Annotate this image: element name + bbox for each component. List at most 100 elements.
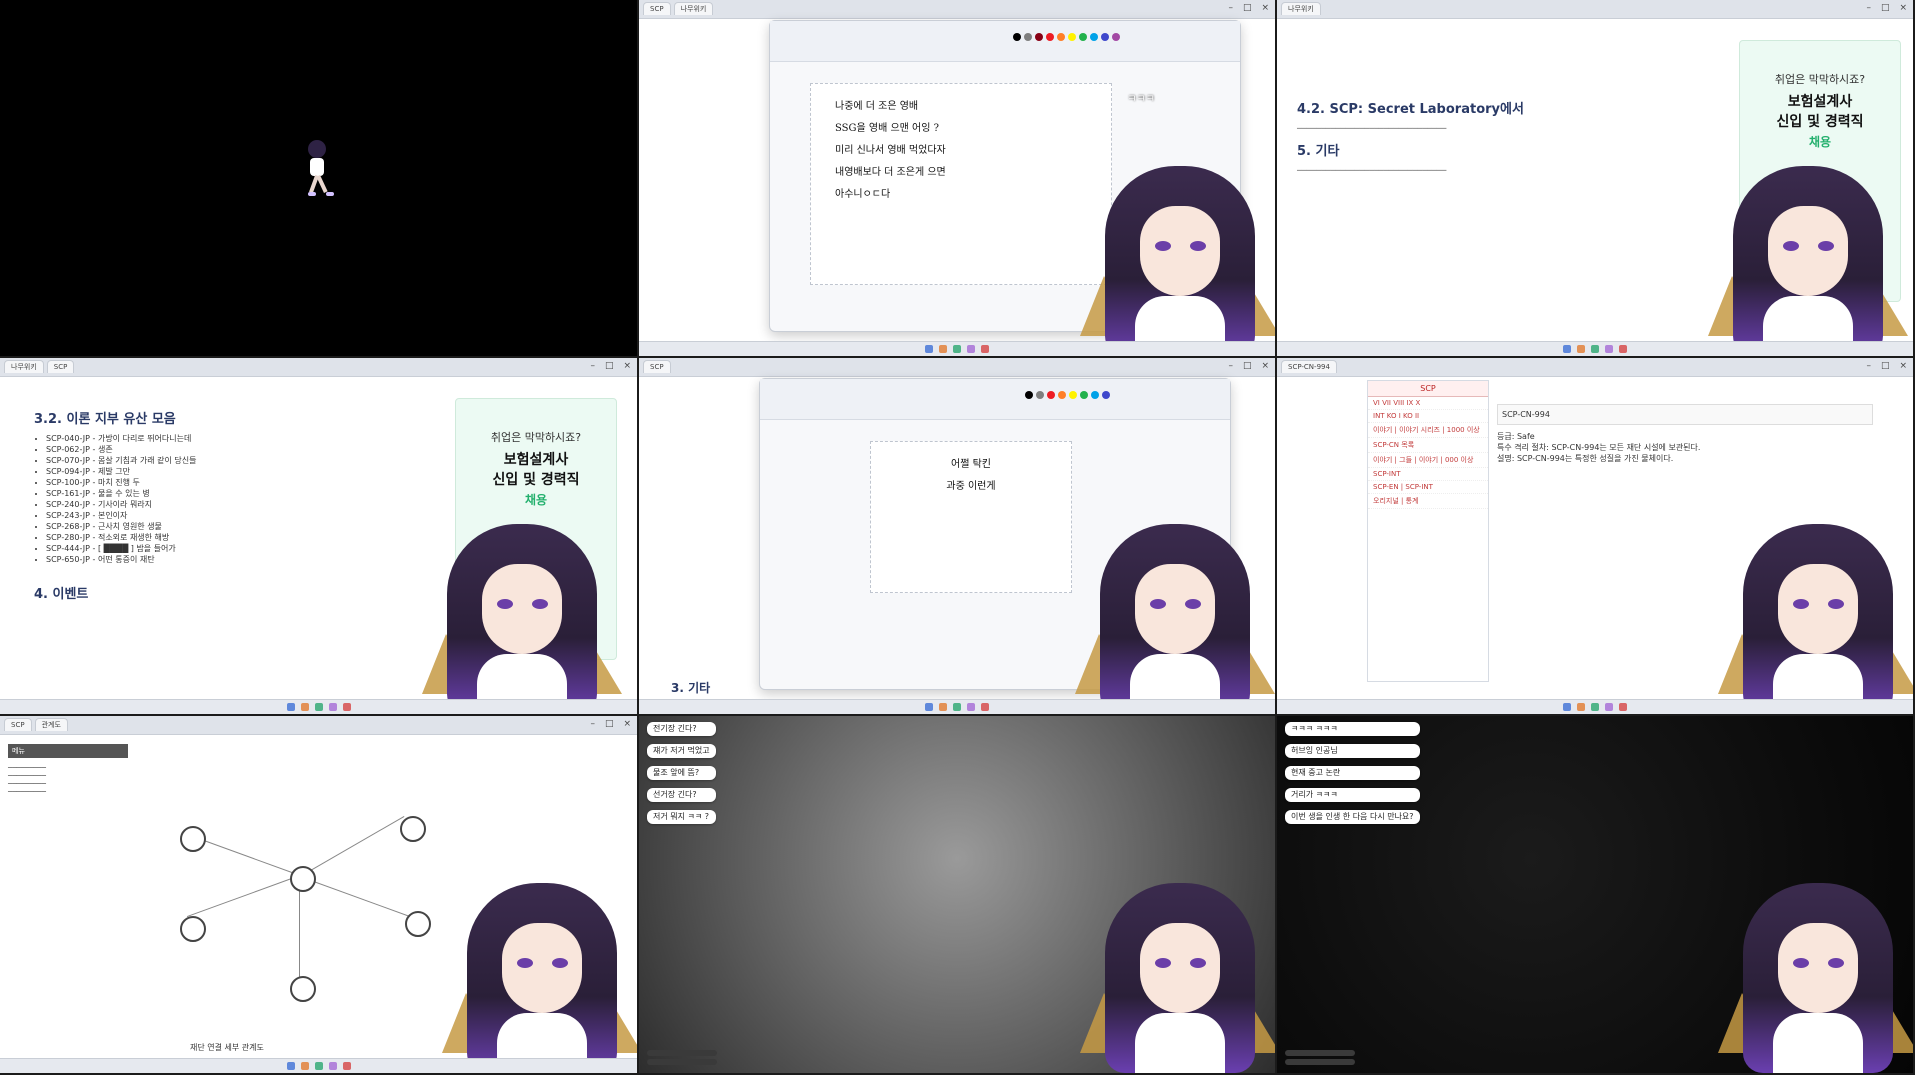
browser-tab[interactable]: SCP [643,360,671,373]
taskbar-app-icon[interactable] [286,703,295,711]
nav-button[interactable]: 메뉴 [8,744,128,758]
taskbar-app-icon[interactable] [342,1062,351,1070]
chat-message: 현재 중고 논란 [1285,766,1420,780]
maximize-icon[interactable]: □ [1881,361,1890,371]
taskbar-app-icon[interactable] [981,703,989,711]
tile-1-black-scene [0,0,639,358]
taskbar-app-icon[interactable] [1563,345,1571,353]
taskbar-app-icon[interactable] [981,345,989,353]
maximize-icon[interactable]: □ [605,361,614,371]
taskbar [1277,341,1913,356]
paint-canvas[interactable]: 어쩔 탁킨 과중 이런게 [870,441,1072,593]
list-item[interactable]: SCP-094-JP - 제발 그만 [46,466,437,477]
list-item[interactable]: SCP-243-JP - 본인이자 [46,510,437,521]
sidebar-item[interactable]: 이야기 | 이야기 시리즈 | 1000 이상 [1368,423,1488,438]
vtuber-avatar [1075,514,1275,714]
taskbar-app-icon[interactable] [1591,703,1599,711]
close-icon[interactable]: × [623,719,631,729]
taskbar-app-icon[interactable] [300,1062,309,1070]
taskbar-app-icon[interactable] [967,703,975,711]
taskbar-app-icon[interactable] [1591,345,1599,353]
taskbar-app-icon[interactable] [1605,345,1613,353]
list-item[interactable]: SCP-240-JP - 기사이라 뭐라지 [46,499,437,510]
taskbar-app-icon[interactable] [1619,345,1627,353]
taskbar-app-icon[interactable] [314,1062,323,1070]
taskbar-app-icon[interactable] [328,1062,337,1070]
minimize-icon[interactable]: – [1228,361,1233,371]
diagram-node [290,976,316,1002]
browser-tab[interactable]: SCP [46,360,75,373]
sidebar-item[interactable]: 이야기 | 그들 | 이야기 | 000 이상 [1368,453,1488,468]
list-item[interactable]: SCP-650-JP - 어떤 통증이 재탄 [46,554,437,565]
maximize-icon[interactable]: □ [1243,361,1252,371]
list-item[interactable]: SCP-268-JP - 근사치 영원한 생물 [46,521,437,532]
sidebar-item[interactable]: 오리지널 | 통계 [1368,494,1488,509]
ad-line: 보험설계사 [503,452,569,468]
color-palette[interactable] [1025,391,1110,399]
maximize-icon[interactable]: □ [1243,3,1252,13]
browser-tab[interactable]: SCP [4,718,32,731]
taskbar-app-icon[interactable] [286,1062,295,1070]
tile-3-wiki: 나무위키 – □ × 4.2. SCP: Secret Laboratory에서 ─… [1277,0,1915,358]
stream-grid: SCP 나무위키 – □ × 나중에 더 조은 영배 SSG을 영배 으맨 어잉 ? … [0,0,1915,1075]
close-icon[interactable]: × [1899,361,1907,371]
minimize-icon[interactable]: – [1866,361,1871,371]
list-item[interactable]: SCP-062-JP - 생존 [46,444,437,455]
taskbar-app-icon[interactable] [953,345,961,353]
list-item[interactable]: SCP-100-JP - 마치 진행 두 [46,477,437,488]
taskbar-app-icon[interactable] [300,703,309,711]
ad-line: 신입 및 경력직 [492,472,580,488]
minimize-icon[interactable]: – [590,361,595,371]
taskbar-app-icon[interactable] [939,345,947,353]
browser-tab[interactable]: SCP-CN-994 [1281,360,1337,373]
minimize-icon[interactable]: – [1228,3,1233,13]
close-icon[interactable]: × [1899,3,1907,13]
taskbar-app-icon[interactable] [1619,703,1627,711]
paint-canvas[interactable]: 나중에 더 조은 영배 SSG을 영배 으맨 어잉 ? 미리 신나서 영배 먹었… [810,83,1112,285]
browser-tab[interactable]: 나무위키 [4,360,44,373]
browser-tab[interactable]: 나무위키 [1281,2,1321,15]
maximize-icon[interactable]: □ [605,719,614,729]
list-item[interactable]: SCP-280-JP - 적소외로 재생한 해방 [46,532,437,543]
paint-toolbar [770,21,1240,62]
sidebar-item[interactable]: SCP-EN | SCP-INT [1368,481,1488,494]
taskbar-app-icon[interactable] [939,703,947,711]
taskbar-app-icon[interactable] [967,345,975,353]
list-item[interactable]: SCP-444-JP - [ ████ ] 밤을 들어가 [46,543,437,554]
taskbar-app-icon[interactable] [925,703,933,711]
minimize-icon[interactable]: – [590,719,595,729]
maximize-icon[interactable]: □ [1881,3,1890,13]
vtuber-avatar [1708,156,1908,356]
close-icon[interactable]: × [1261,3,1269,13]
taskbar-app-icon[interactable] [1605,703,1613,711]
list-item[interactable]: SCP-161-JP - 물을 수 있는 병 [46,488,437,499]
sidebar-item[interactable]: INT KO I KO II [1368,410,1488,423]
taskbar-app-icon[interactable] [953,703,961,711]
wiki-content: 3.2. 이론 지부 유산 모음 SCP-040-JP - 가방이 다리로 뛰어… [34,386,437,694]
browser-tab[interactable]: SCP [643,2,671,15]
taskbar [639,341,1275,356]
color-palette[interactable] [1013,33,1120,41]
minimize-icon[interactable]: – [1866,3,1871,13]
sidebar-item[interactable]: VI VII VIII IX X [1368,397,1488,410]
sidebar-item[interactable]: SCP-CN 목록 [1368,438,1488,453]
handwriting-line: 어쩔 탁킨 [951,459,991,470]
taskbar-app-icon[interactable] [1563,703,1571,711]
browser-chrome: SCP-CN-994 – □ × [1277,358,1913,377]
browser-tab[interactable]: 나무위키 [673,2,714,15]
list-item[interactable]: SCP-040-JP - 가방이 다리로 뛰어다니는데 [46,433,437,444]
browser-tab[interactable]: 관계도 [34,718,68,731]
close-icon[interactable]: × [1261,361,1269,371]
chat-message: 거리가 ㅋㅋㅋ [1285,788,1420,802]
taskbar-app-icon[interactable] [925,345,933,353]
close-icon[interactable]: × [623,361,631,371]
taskbar-app-icon[interactable] [314,703,323,711]
list-item[interactable]: SCP-070-JP - 몸살 기침과 가래 같이 당신들 [46,455,437,466]
taskbar-app-icon[interactable] [328,703,337,711]
taskbar-app-icon[interactable] [342,703,351,711]
section-heading: 4. 이벤트 [34,587,89,602]
sidebar-item[interactable]: SCP-INT [1368,468,1488,481]
taskbar-app-icon[interactable] [1577,703,1585,711]
taskbar-app-icon[interactable] [1577,345,1585,353]
browser-chrome: SCP 나무위키 – □ × [639,0,1275,19]
